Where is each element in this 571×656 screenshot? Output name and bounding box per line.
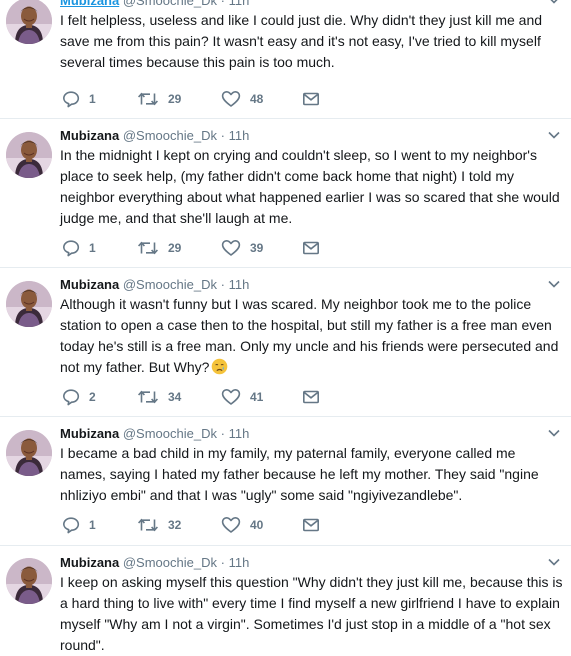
timestamp[interactable]: 11h [229,426,250,441]
retweet-button[interactable]: 32 [137,515,181,535]
chevron-down-icon[interactable] [547,0,561,5]
author-name[interactable]: Mubizana [60,426,119,441]
retweet-count: 34 [168,390,182,404]
tweet-header: Mubizana @Smoochie_Dk · 11h [60,277,249,293]
direct-message-button[interactable] [302,238,320,258]
chevron-down-icon[interactable] [547,557,561,567]
timestamp[interactable]: 11h [229,128,250,143]
time-separator: · [220,426,225,441]
time-separator: · [220,277,225,292]
reply-count: 1 [89,518,96,532]
tweet-text: Although it wasn't funny but I was scare… [60,294,565,378]
time-separator: · [220,555,225,570]
retweet-count: 32 [168,518,182,532]
avatar[interactable] [6,430,52,476]
like-button[interactable]: 39 [221,238,263,258]
envelope-icon [302,91,320,107]
timestamp[interactable]: 11h [229,0,250,8]
like-count: 48 [250,92,264,106]
tweet-divider [0,416,571,417]
avatar[interactable] [6,558,52,604]
tweet-divider [0,118,571,119]
like-count: 40 [250,518,264,532]
chevron-down-icon[interactable] [547,428,561,438]
author-handle[interactable]: @Smoochie_Dk [123,128,217,143]
retweet-button[interactable]: 29 [137,89,181,109]
retweet-icon [137,388,159,406]
like-count: 39 [250,241,264,255]
like-button[interactable]: 40 [221,515,263,535]
envelope-icon [302,389,320,405]
timestamp[interactable]: 11h [229,555,250,570]
tweet-divider [0,267,571,268]
tweet-header: Mubizana @Smoochie_Dk · 11h [60,555,249,571]
retweet-button[interactable]: 34 [137,387,181,407]
retweet-icon [137,90,159,108]
tweet-text: I keep on asking myself this question "W… [60,574,563,653]
author-handle[interactable]: @Smoochie_Dk [123,277,217,292]
author-handle[interactable]: @Smoochie_Dk [123,555,217,570]
reply-icon [62,388,80,406]
reply-icon [62,516,80,534]
tweet-header: Mubizana @Smoochie_Dk · 11h [60,0,249,9]
author-name[interactable]: Mubizana [60,277,119,292]
author-name[interactable]: Mubizana [60,0,119,8]
reply-button[interactable]: 1 [62,515,96,535]
author-handle[interactable]: @Smoochie_Dk [123,426,217,441]
retweet-icon [137,516,159,534]
reply-button[interactable]: 2 [62,387,96,407]
reply-icon [62,90,80,108]
reply-button[interactable]: 1 [62,89,96,109]
reply-count: 2 [89,390,96,404]
retweet-button[interactable]: 29 [137,238,181,258]
author-name[interactable]: Mubizana [60,128,119,143]
reply-button[interactable]: 1 [62,238,96,258]
avatar[interactable] [6,281,52,327]
reply-count: 1 [89,92,96,106]
tweet-thread: Mubizana @Smoochie_Dk · 11h I felt helpl… [0,0,571,655]
direct-message-button[interactable] [302,89,320,109]
envelope-icon [302,240,320,256]
chevron-down-icon[interactable] [547,130,561,140]
tweet-header: Mubizana @Smoochie_Dk · 11h [60,426,249,442]
like-button[interactable]: 48 [221,89,263,109]
heart-icon [221,516,241,534]
retweet-icon [137,239,159,257]
heart-icon [221,388,241,406]
tweet-text: I became a bad child in my family, my pa… [60,445,539,503]
avatar[interactable] [6,0,52,44]
author-handle[interactable]: @Smoochie_Dk [123,0,217,8]
chevron-down-icon[interactable] [547,279,561,289]
tweet-text-content: Although it wasn't funny but I was scare… [60,296,559,375]
like-button[interactable]: 41 [221,387,263,407]
time-separator: · [220,128,225,143]
tweet-text: In the midnight I kept on crying and cou… [60,147,560,226]
heart-icon [221,90,241,108]
tweet-text: I felt helpless, useless and like I coul… [60,12,543,70]
like-count: 41 [250,390,264,404]
tweet-divider [0,545,571,546]
time-separator: · [220,0,225,8]
author-name[interactable]: Mubizana [60,555,119,570]
timestamp[interactable]: 11h [229,277,250,292]
retweet-count: 29 [168,92,182,106]
envelope-icon [302,517,320,533]
reply-count: 1 [89,241,96,255]
crying-face-emoji-icon [212,358,228,375]
direct-message-button[interactable] [302,515,320,535]
reply-icon [62,239,80,257]
retweet-count: 29 [168,241,182,255]
direct-message-button[interactable] [302,387,320,407]
avatar[interactable] [6,132,52,178]
heart-icon [221,239,241,257]
tweet-header: Mubizana @Smoochie_Dk · 11h [60,128,249,144]
